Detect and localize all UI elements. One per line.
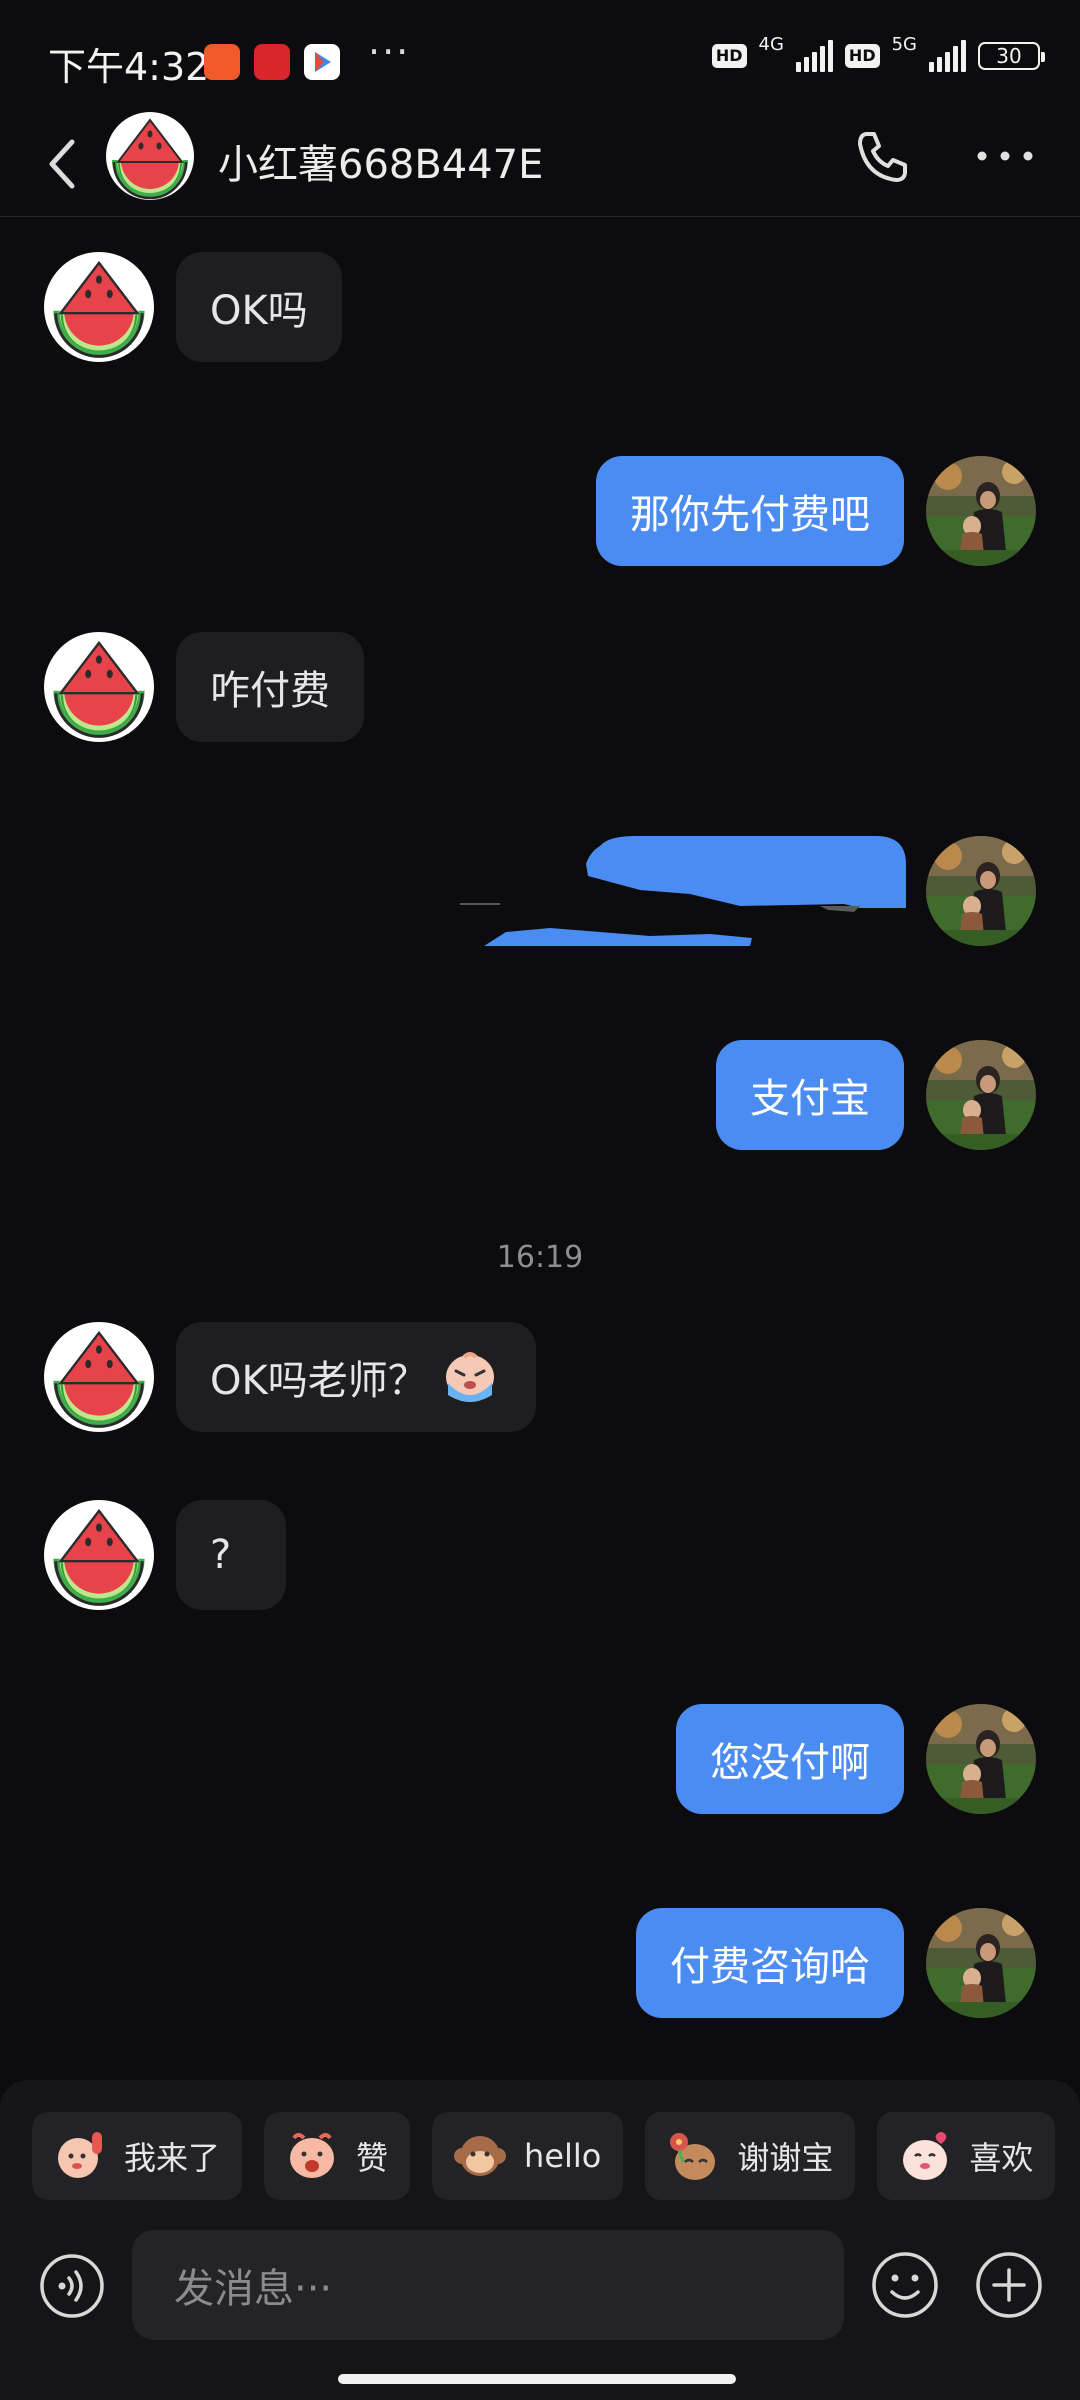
my-avatar[interactable] bbox=[926, 1908, 1036, 2018]
watermelon-icon bbox=[51, 1331, 147, 1428]
flower-emoji-icon bbox=[670, 2133, 716, 2180]
emoji-button[interactable] bbox=[870, 2250, 940, 2320]
heart-emoji-icon bbox=[903, 2132, 948, 2180]
quick-reply-label: 赞 bbox=[356, 2139, 389, 2177]
quick-reply-label: hello bbox=[524, 2137, 602, 2175]
status-indicators: HD 4G HD 5G 30 bbox=[711, 34, 1045, 72]
contact-avatar-message[interactable] bbox=[44, 632, 154, 742]
quick-reply-label: 喜欢 bbox=[969, 2139, 1034, 2177]
more-actions-button[interactable] bbox=[974, 2250, 1044, 2320]
home-indicator[interactable] bbox=[338, 2374, 736, 2384]
hd-badge-2: HD bbox=[844, 44, 880, 68]
more-notifications-icon: ··· bbox=[368, 30, 411, 74]
monkey-emoji-icon bbox=[454, 2136, 507, 2176]
outgoing-message[interactable]: 支付宝 bbox=[716, 1040, 904, 1150]
quick-reply-chip[interactable]: hello bbox=[432, 2112, 624, 2200]
contact-avatar-message[interactable] bbox=[44, 252, 154, 362]
more-icon bbox=[977, 151, 1033, 161]
quick-reply-chip[interactable]: 谢谢宝 bbox=[645, 2112, 856, 2200]
quick-reply-chip[interactable]: 赞 bbox=[264, 2112, 411, 2200]
quick-reply-chip[interactable]: 喜欢 bbox=[877, 2112, 1056, 2200]
quick-reply-chip[interactable]: 我来了 bbox=[32, 2112, 243, 2200]
phone-icon bbox=[858, 132, 907, 182]
back-button[interactable] bbox=[40, 128, 88, 200]
plus-icon bbox=[976, 2252, 1042, 2318]
redacted-outgoing-message[interactable] bbox=[440, 834, 906, 946]
signal-strength-icon bbox=[795, 40, 833, 72]
my-avatar[interactable] bbox=[926, 1704, 1036, 1814]
voice-input-button[interactable] bbox=[38, 2252, 106, 2320]
photo-avatar-icon bbox=[926, 1704, 1036, 1814]
battery-icon: 30 bbox=[978, 42, 1045, 70]
contact-avatar-message[interactable] bbox=[44, 1500, 154, 1610]
quick-reply-row: 我来了 赞 hello 谢谢宝 喜欢 bbox=[32, 2112, 1056, 2200]
outgoing-message[interactable]: 您没付啊 bbox=[676, 1704, 904, 1814]
network-type-2: 5G bbox=[891, 33, 917, 55]
watermelon-icon bbox=[51, 641, 147, 738]
incoming-message[interactable]: OK吗老师？ bbox=[176, 1322, 536, 1432]
my-avatar[interactable] bbox=[926, 836, 1036, 946]
watermelon-icon bbox=[110, 118, 190, 200]
incoming-message-text: OK吗老师？ bbox=[210, 1358, 428, 1404]
play-store-icon bbox=[304, 44, 340, 80]
contact-name[interactable]: 小红薯668B447E bbox=[218, 132, 543, 190]
composer-panel: 我来了 赞 hello 谢谢宝 喜欢 发消息··· bbox=[0, 2080, 1080, 2400]
watermelon-icon bbox=[51, 261, 147, 358]
redaction-scribble bbox=[460, 836, 906, 946]
outgoing-message[interactable]: 付费咨询哈 bbox=[636, 1908, 904, 2018]
incoming-message[interactable]: OK吗 bbox=[176, 252, 342, 362]
signal-strength-icon-2 bbox=[929, 40, 966, 72]
red-app-icon bbox=[254, 44, 290, 80]
my-avatar[interactable] bbox=[926, 1040, 1036, 1150]
watermelon-icon bbox=[51, 1509, 147, 1606]
quick-reply-label: 我来了 bbox=[124, 2139, 221, 2177]
quick-reply-label: 谢谢宝 bbox=[737, 2139, 834, 2177]
my-avatar[interactable] bbox=[926, 456, 1036, 566]
network-type-1: 4G bbox=[758, 33, 784, 55]
photo-avatar-icon bbox=[926, 1040, 1036, 1150]
contact-avatar-message[interactable] bbox=[44, 1322, 154, 1432]
contact-avatar[interactable] bbox=[106, 112, 194, 200]
more-options-button[interactable] bbox=[972, 126, 1038, 186]
input-row: 发消息··· bbox=[0, 2230, 1080, 2342]
message-input[interactable]: 发消息··· bbox=[132, 2230, 844, 2340]
hd-badge: HD bbox=[711, 44, 747, 68]
smiley-icon bbox=[872, 2252, 938, 2318]
status-bar: 下午4:32 ··· HD 4G HD 5G 30 bbox=[0, 0, 1080, 126]
incoming-message[interactable]: ? bbox=[176, 1500, 286, 1610]
waving-emoji-icon bbox=[58, 2132, 102, 2178]
phone-call-button[interactable] bbox=[852, 126, 912, 186]
chat-header: 小红薯668B447E bbox=[0, 112, 1080, 217]
photo-avatar-icon bbox=[926, 836, 1036, 946]
message-timestamp: 16:19 bbox=[496, 1240, 584, 1275]
photo-avatar-icon bbox=[926, 1908, 1036, 2018]
cheering-emoji-icon bbox=[290, 2133, 335, 2178]
outgoing-message[interactable]: 那你先付费吧 bbox=[596, 456, 904, 566]
kuaishou-app-icon bbox=[204, 44, 240, 80]
notification-app-icons bbox=[204, 44, 340, 80]
status-time: 下午4:32 bbox=[48, 45, 210, 89]
photo-avatar-icon bbox=[926, 456, 1036, 566]
voice-icon bbox=[40, 2254, 104, 2318]
crying-emoji-icon bbox=[445, 1352, 494, 1402]
incoming-message[interactable]: 咋付费 bbox=[176, 632, 364, 742]
